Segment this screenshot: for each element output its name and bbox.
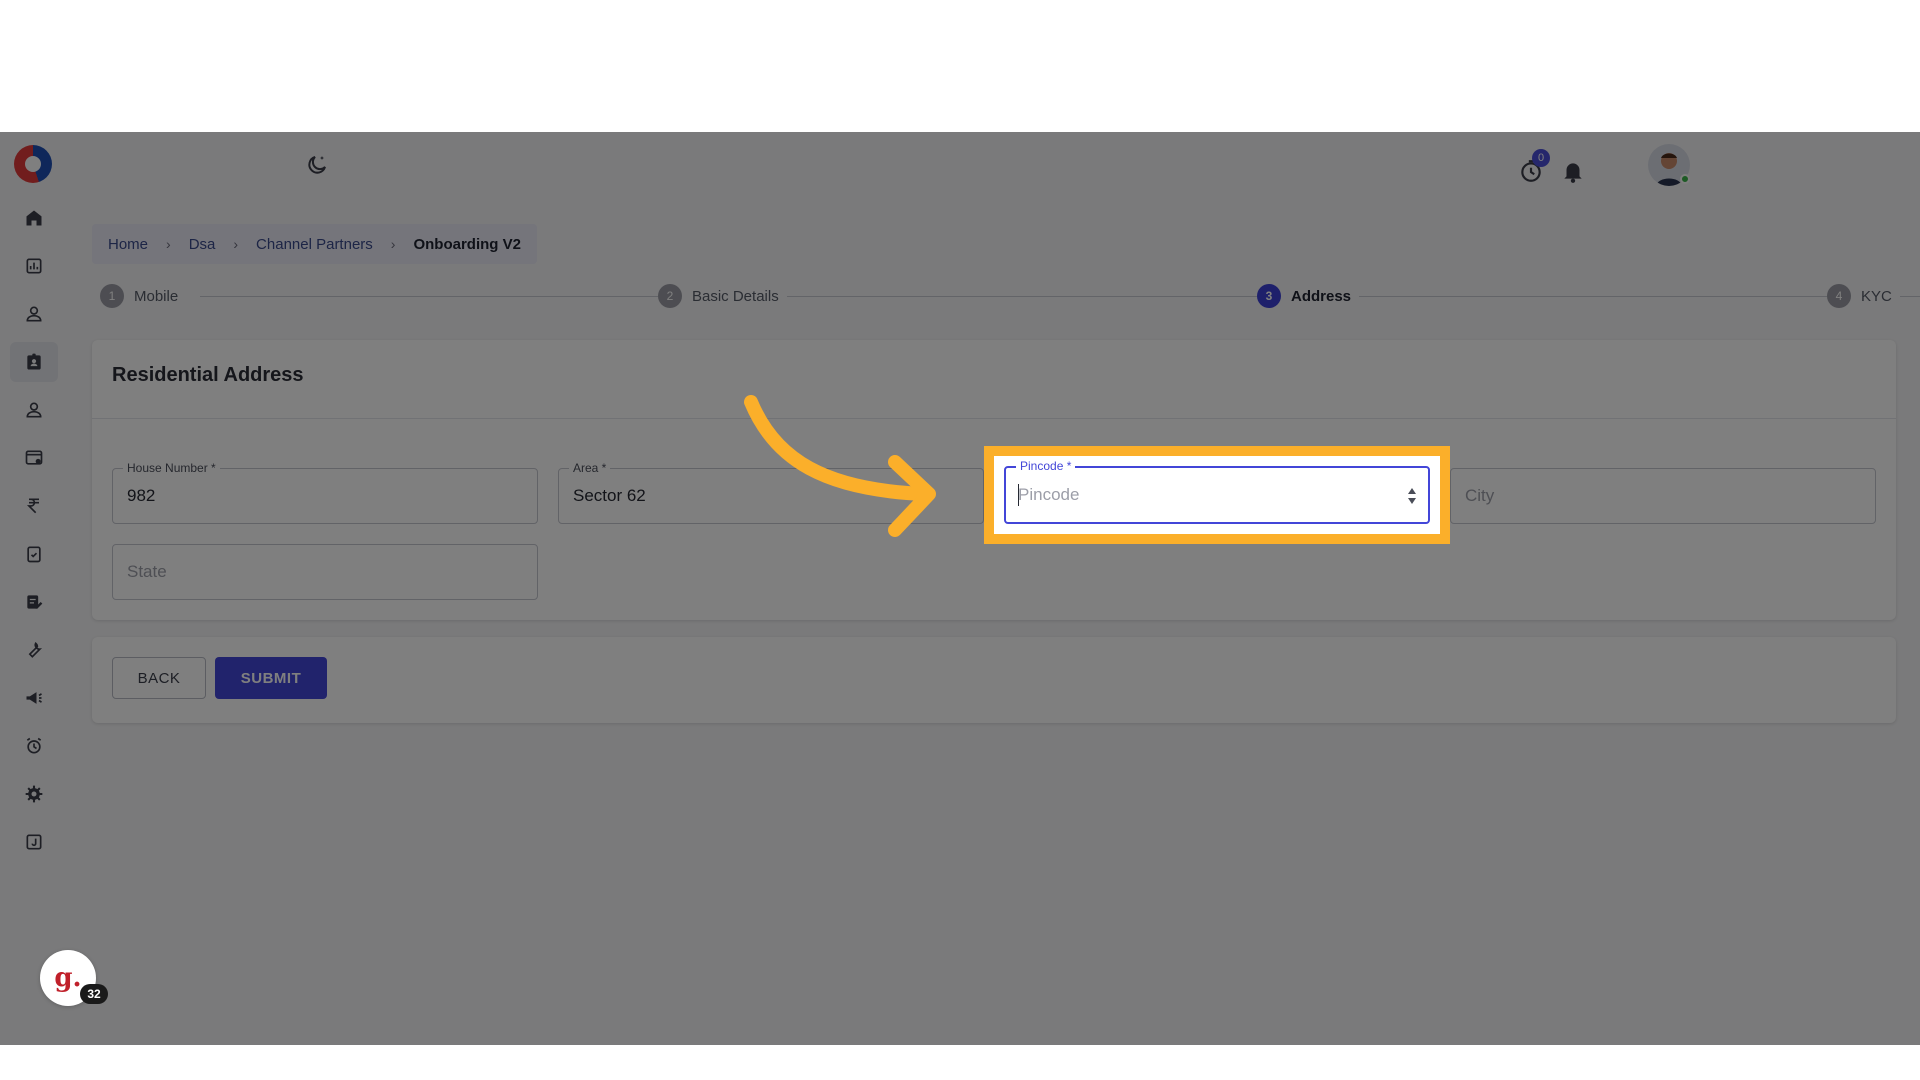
pincode-placeholder: Pincode [1018,485,1080,504]
city-placeholder: City [1465,486,1495,505]
area-value: Sector 62 [573,486,646,505]
chevron-right-icon: › [390,236,396,252]
pointer-arrow-icon [744,395,936,537]
bottom-margin [0,1045,1920,1080]
state-placeholder: State [127,562,167,581]
step-label: Mobile [134,287,179,305]
step-address: 3 Address [1257,284,1360,308]
rupee-icon[interactable] [10,486,58,526]
top-margin [0,0,1920,132]
step-kyc: 4 KYC [1827,284,1900,308]
timer-badge: 0 [1532,149,1550,167]
user-icon[interactable] [10,294,58,334]
divider [92,418,1896,419]
house-number-field[interactable]: House Number * 982 [112,461,538,524]
step-number: 1 [100,284,124,308]
clipboard-check-icon[interactable] [10,534,58,574]
dashboard-icon[interactable] [10,246,58,286]
gear-icon[interactable] [10,774,58,814]
pincode-label: Pincode * [1016,459,1076,473]
city-field[interactable]: City [1450,468,1876,524]
id-badge-icon[interactable] [10,342,58,382]
j-box-icon[interactable] [10,822,58,862]
step-number: 2 [658,284,682,308]
step-mobile: 1 Mobile [100,284,187,308]
dark-mode-icon[interactable] [305,153,329,177]
step-label: Address [1291,287,1352,305]
sidebar [0,132,68,1045]
state-field[interactable]: State [112,544,538,600]
home-icon[interactable] [10,198,58,238]
number-spinner-icon[interactable] [1406,484,1418,508]
edit-document-icon[interactable] [10,582,58,622]
breadcrumb-home[interactable]: Home [108,236,148,253]
stepper: 1 Mobile 2 Basic Details 3 Address 4 KYC [100,284,1920,310]
step-number: 4 [1827,284,1851,308]
breadcrumb-dsa[interactable]: Dsa [189,236,216,253]
brand-logo[interactable] [14,145,52,183]
pincode-highlight-box: Pincode * Pincode [984,446,1450,544]
alarm-icon[interactable] [10,726,58,766]
app-window: 0 Home › Dsa › Channel Partners › Onboar… [0,132,1920,1045]
breadcrumb-current: Onboarding V2 [413,235,521,253]
house-number-label: House Number * [123,461,220,475]
chevron-right-icon: › [233,236,239,252]
step-basic-details: 2 Basic Details [658,284,787,308]
step-number: 3 [1257,284,1281,308]
form-actions: BACK SUBMIT [92,637,1896,723]
bell-icon[interactable] [1560,158,1586,184]
online-status-dot [1680,174,1690,184]
browser-settings-icon[interactable] [10,438,58,478]
breadcrumb: Home › Dsa › Channel Partners › Onboardi… [92,224,537,264]
card-title: Residential Address [112,364,304,386]
step-label: KYC [1861,287,1892,305]
help-widget-badge: 32 [80,984,108,1004]
back-button[interactable]: BACK [112,657,206,699]
submit-button[interactable]: SUBMIT [215,657,327,699]
campaign-icon[interactable] [10,678,58,718]
step-label: Basic Details [692,287,779,305]
wrench-icon[interactable] [10,630,58,670]
area-label: Area * [569,461,611,475]
pincode-field[interactable]: Pincode * Pincode [1004,459,1430,524]
house-number-value: 982 [127,486,156,505]
breadcrumb-channel-partners[interactable]: Channel Partners [256,236,373,253]
person-icon[interactable] [10,390,58,430]
chevron-right-icon: › [166,236,171,252]
